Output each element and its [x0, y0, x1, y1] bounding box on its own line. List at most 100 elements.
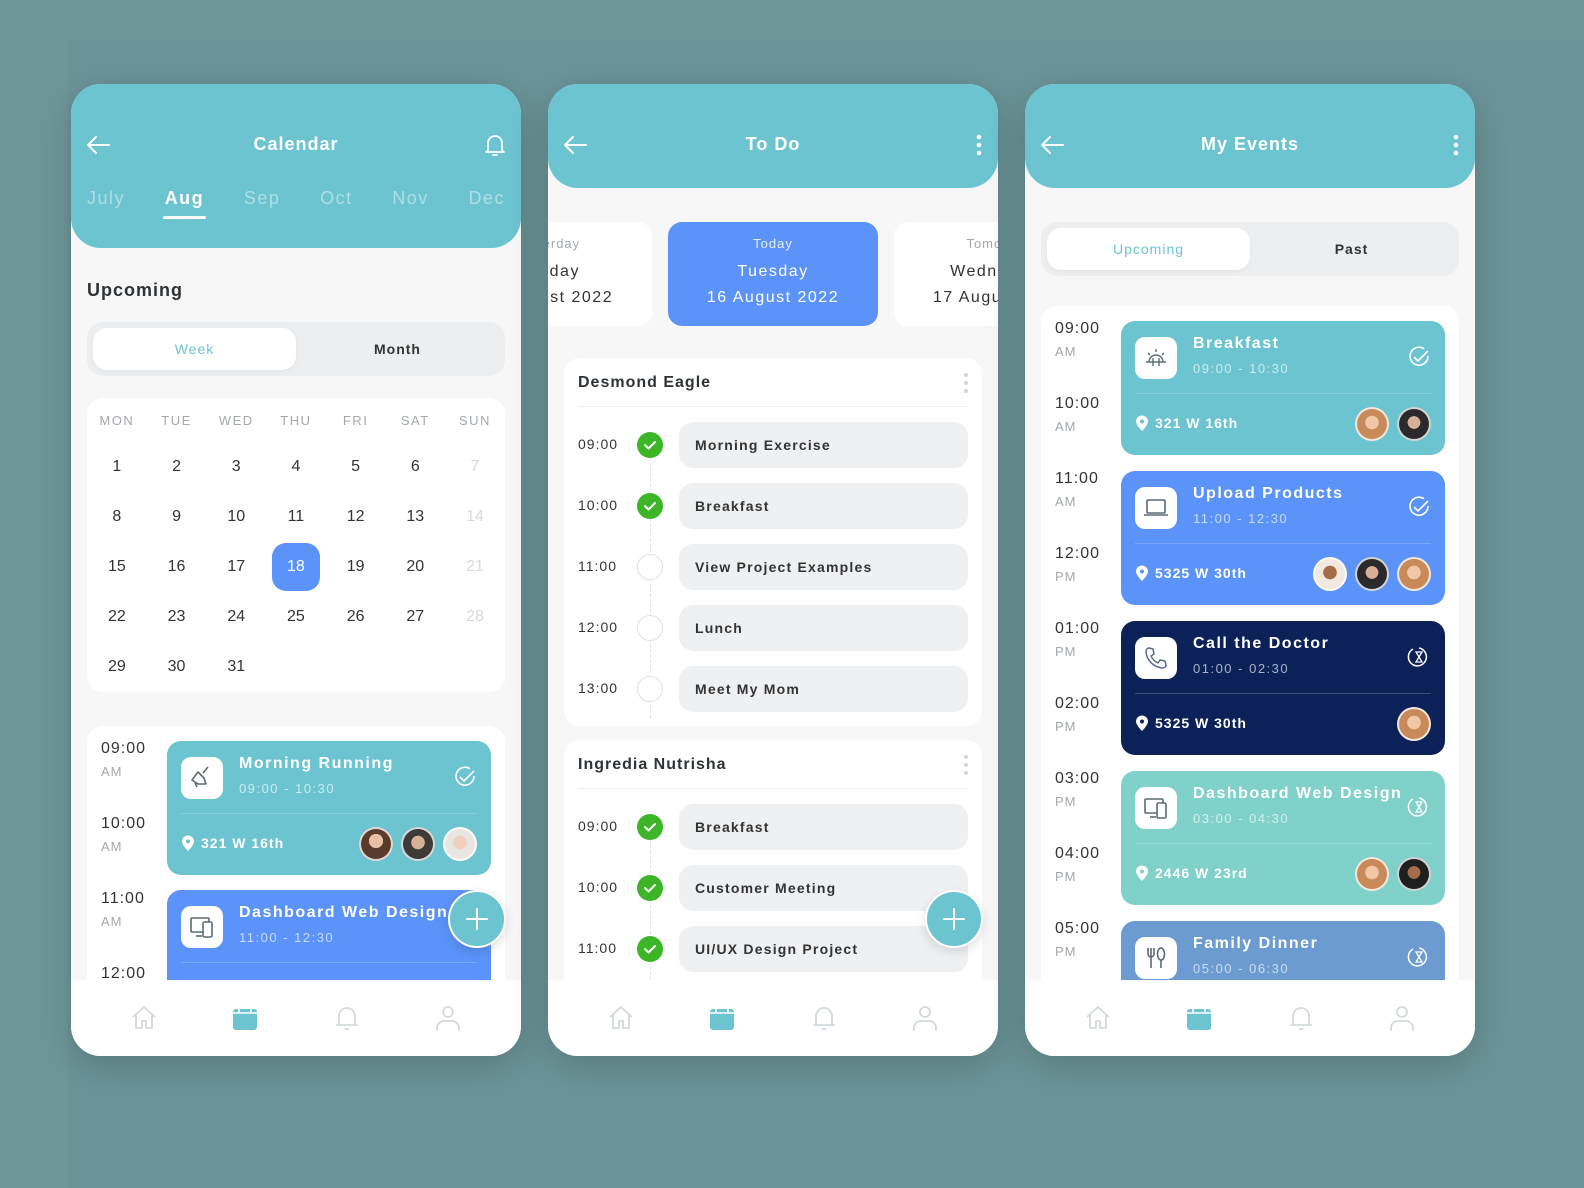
calendar-day[interactable]: 14 [445, 508, 505, 526]
calendar-day[interactable]: 26 [326, 608, 386, 626]
hourglass-pending-icon[interactable] [1407, 945, 1431, 969]
avatar[interactable] [1355, 407, 1389, 441]
calendar-day[interactable]: 3 [206, 458, 266, 476]
avatar[interactable] [1397, 557, 1431, 591]
avatar[interactable] [359, 827, 393, 861]
calendar-day[interactable]: 29 [87, 658, 147, 676]
date-card-tomorrow[interactable]: Tomorrow Wednesday 17 August 2022 [894, 222, 998, 326]
task-title[interactable]: Customer Meeting [679, 865, 968, 911]
calendar-day[interactable]: 13 [385, 508, 445, 526]
nav-home[interactable] [1083, 1003, 1113, 1033]
event-card[interactable]: Morning Running 09:00 - 10:30 321 W 16th [167, 741, 491, 875]
calendar-day[interactable]: 28 [445, 608, 505, 626]
task-title[interactable]: UI/UX Design Project [679, 926, 968, 972]
nav-notifications[interactable] [1286, 1003, 1316, 1033]
calendar-day[interactable]: 16 [147, 558, 207, 576]
calendar-day[interactable]: 17 [206, 558, 266, 576]
avatar[interactable] [1397, 707, 1431, 741]
avatar[interactable] [1355, 857, 1389, 891]
calendar-day[interactable]: 27 [385, 608, 445, 626]
task-title[interactable]: View Project Examples [679, 544, 968, 590]
calendar-day[interactable]: 2 [147, 458, 207, 476]
nav-notifications[interactable] [809, 1003, 839, 1033]
task-checkbox[interactable] [637, 615, 663, 641]
tab-month-nov[interactable]: Nov [392, 188, 429, 209]
event-card[interactable]: Dashboard Web Design 03:00 - 04:30 2446 … [1121, 771, 1445, 905]
task-checkbox-checked[interactable] [637, 936, 663, 962]
check-circle-icon[interactable] [1407, 345, 1431, 369]
avatar[interactable] [401, 827, 435, 861]
task-title[interactable]: Meet My Mom [679, 666, 968, 712]
calendar-day[interactable]: 7 [445, 458, 505, 476]
calendar-day[interactable]: 10 [206, 508, 266, 526]
avatar[interactable] [443, 827, 477, 861]
calendar-day[interactable]: 9 [147, 508, 207, 526]
check-circle-icon[interactable] [453, 765, 477, 789]
bell-icon[interactable] [483, 132, 507, 158]
avatar[interactable] [1355, 557, 1389, 591]
task-checkbox-checked[interactable] [637, 493, 663, 519]
nav-calendar[interactable] [1184, 1003, 1214, 1033]
tab-month-oct[interactable]: Oct [320, 188, 353, 209]
more-vertical-icon[interactable] [960, 132, 984, 158]
avatar[interactable] [1313, 557, 1347, 591]
month-tab[interactable]: Month [296, 328, 499, 370]
date-card-today[interactable]: Today Tuesday 16 August 2022 [668, 222, 878, 326]
more-vertical-icon[interactable] [962, 754, 970, 776]
add-task-button[interactable] [925, 890, 983, 948]
task-title[interactable]: Breakfast [679, 483, 968, 529]
avatar[interactable] [1397, 407, 1431, 441]
event-card[interactable]: Upload Products 11:00 - 12:30 5325 W 30t… [1121, 471, 1445, 605]
calendar-day[interactable]: 8 [87, 508, 147, 526]
calendar-day[interactable]: 31 [206, 658, 266, 676]
calendar-day[interactable]: 24 [206, 608, 266, 626]
hourglass-pending-icon[interactable] [1407, 645, 1431, 669]
task-title[interactable]: Breakfast [679, 804, 968, 850]
task-title[interactable]: Lunch [679, 605, 968, 651]
tab-month-dec[interactable]: Dec [468, 188, 505, 209]
tab-month-sep[interactable]: Sep [244, 188, 281, 209]
past-tab[interactable]: Past [1250, 228, 1453, 270]
calendar-day[interactable]: 20 [385, 558, 445, 576]
event-card[interactable]: Call the Doctor 01:00 - 02:30 5325 W 30t… [1121, 621, 1445, 755]
calendar-day[interactable]: 11 [266, 508, 326, 526]
nav-calendar[interactable] [230, 1003, 260, 1033]
task-checkbox[interactable] [637, 554, 663, 580]
date-card-yesterday[interactable]: Yesterday Monday 15 August 2022 [548, 222, 652, 326]
more-vertical-icon[interactable] [1437, 132, 1461, 158]
nav-home[interactable] [129, 1003, 159, 1033]
nav-profile[interactable] [910, 1003, 940, 1033]
task-checkbox-checked[interactable] [637, 432, 663, 458]
tab-month-july[interactable]: July [87, 188, 125, 209]
hourglass-pending-icon[interactable] [1407, 795, 1431, 819]
tab-month-aug[interactable]: Aug [162, 188, 206, 219]
add-event-button[interactable] [448, 890, 506, 948]
calendar-day[interactable]: 6 [385, 458, 445, 476]
nav-notifications[interactable] [332, 1003, 362, 1033]
calendar-day[interactable]: 12 [326, 508, 386, 526]
calendar-day[interactable]: 21 [445, 558, 505, 576]
task-checkbox-checked[interactable] [637, 875, 663, 901]
week-tab[interactable]: Week [93, 328, 296, 370]
calendar-day-selected[interactable]: 18 [266, 543, 326, 591]
task-title[interactable]: Morning Exercise [679, 422, 968, 468]
nav-calendar[interactable] [707, 1003, 737, 1033]
calendar-day[interactable]: 22 [87, 608, 147, 626]
calendar-day[interactable]: 4 [266, 458, 326, 476]
calendar-day[interactable]: 5 [326, 458, 386, 476]
more-vertical-icon[interactable] [962, 372, 970, 394]
check-circle-icon[interactable] [1407, 495, 1431, 519]
calendar-day[interactable]: 30 [147, 658, 207, 676]
nav-home[interactable] [606, 1003, 636, 1033]
calendar-day[interactable]: 19 [326, 558, 386, 576]
calendar-day[interactable]: 1 [87, 458, 147, 476]
avatar[interactable] [1397, 857, 1431, 891]
event-card[interactable]: Breakfast 09:00 - 10:30 321 W 16th [1121, 321, 1445, 455]
calendar-day[interactable]: 15 [87, 558, 147, 576]
nav-profile[interactable] [1387, 1003, 1417, 1033]
calendar-day[interactable]: 23 [147, 608, 207, 626]
upcoming-tab[interactable]: Upcoming [1047, 228, 1250, 270]
task-checkbox[interactable] [637, 676, 663, 702]
calendar-day[interactable]: 25 [266, 608, 326, 626]
task-checkbox-checked[interactable] [637, 814, 663, 840]
